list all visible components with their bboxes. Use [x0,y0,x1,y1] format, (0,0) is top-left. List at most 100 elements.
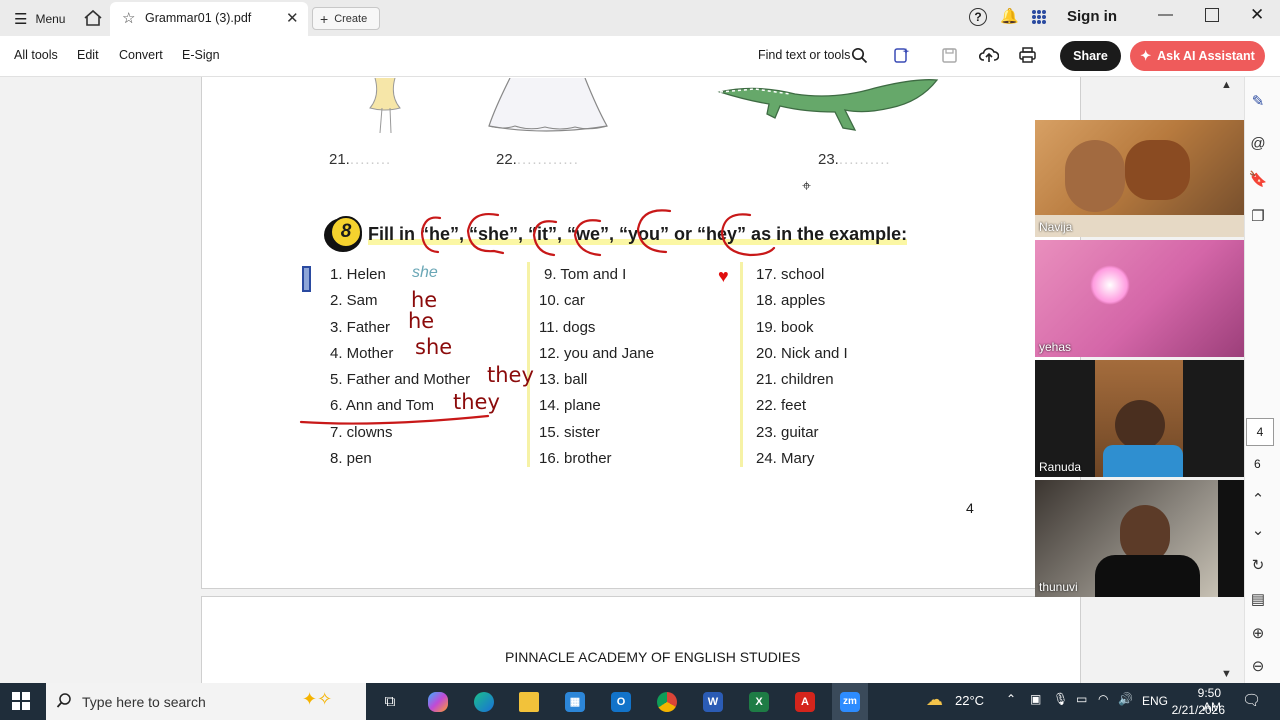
participant-name: yehas [1039,340,1072,354]
scroll-down-arrow[interactable]: ▼ [1221,668,1232,680]
home-icon[interactable] [82,7,104,29]
notification-center-icon[interactable]: 🗨 [1242,691,1261,709]
task-view-icon[interactable]: ⧉ [372,683,408,720]
scroll-up-arrow[interactable]: ▲ [1221,79,1232,91]
menu-label: Menu [35,12,66,26]
taskbar-search[interactable]: Type here to search ✦✧ [46,683,366,720]
participant-name: thunuvi [1039,580,1078,594]
share-button[interactable]: Share [1060,41,1121,71]
ai-tools-icon[interactable] [893,46,911,69]
weather-icon[interactable]: ☁ [926,690,943,710]
participant-video[interactable]: thunuvi [1035,480,1244,597]
clock-date[interactable]: 2/21/2026 [1171,703,1225,717]
pages-icon[interactable]: ❐ [1246,204,1270,228]
maximize-icon[interactable] [1205,8,1219,22]
page-footer: PINNACLE ACADEMY OF ENGLISH STUDIES [505,649,801,665]
all-tools-menu[interactable]: All tools [14,48,58,62]
ai-assistant-label: Ask AI Assistant [1157,49,1255,63]
volume-icon[interactable]: 🔊 [1118,692,1133,706]
heart-icon: ♥ [718,266,729,286]
at-sign-icon[interactable]: @ [1246,131,1270,155]
sign-in-button[interactable]: Sign in [1067,8,1117,25]
girl-illustration [369,78,401,134]
close-window-icon[interactable]: ✕ [1250,5,1264,25]
find-text-label[interactable]: Find text or tools [758,48,850,62]
meet-now-icon[interactable]: ▣ [1030,692,1041,706]
copilot-icon[interactable] [420,683,456,720]
battery-icon[interactable]: ▭ [1076,692,1087,706]
outlook-icon[interactable]: O [603,683,639,720]
minimize-icon[interactable]: — [1158,6,1173,23]
close-tab-icon[interactable]: ✕ [286,9,299,27]
refresh-icon[interactable]: ↻ [1246,553,1270,577]
edge-icon[interactable] [466,683,502,720]
page-number: 4 [966,500,974,516]
picture-number-23: 23........... [818,151,891,168]
star-icon[interactable]: ☆ [122,9,135,27]
chrome-icon[interactable] [649,683,685,720]
ask-ai-assistant-button[interactable]: ✦ Ask AI Assistant [1130,41,1265,71]
participant-figure [1065,140,1125,212]
save-icon[interactable] [941,47,958,69]
ai-assistant-icon: ✦ [1140,48,1152,63]
participant-name: Navija [1039,220,1073,234]
tray-overflow-icon[interactable]: ⌃ [1006,692,1016,706]
document-tab[interactable]: ☆ Grammar01 (3).pdf ✕ [110,2,308,36]
notification-bell-icon[interactable]: 🔔 [1000,7,1019,25]
chevron-up-icon[interactable]: ⌃ [1246,487,1270,511]
windows-start-icon[interactable] [12,692,30,715]
create-button[interactable]: + Create [312,7,380,30]
document-info-icon[interactable]: ▤ [1246,587,1270,611]
apps-grid-icon[interactable] [1031,9,1047,25]
current-page-input[interactable]: 4 [1246,418,1274,446]
picture-number-21: 21......... [329,151,392,168]
chevron-down-icon[interactable]: ⌄ [1246,518,1270,542]
bookmark-icon[interactable]: 🔖 [1246,167,1270,191]
plus-icon: + [320,10,329,27]
participant-figure [1115,400,1165,450]
participant-figure [1095,555,1200,597]
exercise-item: 8. pen [330,450,372,467]
menu-button[interactable]: ☰ Menu [14,10,65,28]
search-placeholder: Type here to search [82,694,206,710]
search-icon [56,692,73,714]
participant-video[interactable]: Ranuda [1035,360,1244,477]
comment-add-icon[interactable]: ✎ [1246,89,1270,113]
participant-video[interactable]: yehas [1035,240,1244,357]
participant-figure [1103,445,1183,477]
participant-name: Ranuda [1039,460,1082,474]
acrobat-icon[interactable]: A [787,683,823,720]
zoom-app-icon[interactable]: zm [832,683,868,720]
zoom-in-icon[interactable]: ⊕ [1246,621,1270,645]
upload-cloud-icon[interactable] [978,46,1000,69]
ink-annotations [299,209,776,425]
girl-dress-illustration [488,78,608,132]
participant-video[interactable]: Navija [1035,120,1244,237]
participant-figure [1125,140,1190,200]
convert-menu[interactable]: Convert [119,48,163,62]
help-icon[interactable]: ? [969,8,987,26]
file-explorer-icon[interactable] [511,683,547,720]
esign-menu[interactable]: E-Sign [182,48,220,62]
tab-title: Grammar01 (3).pdf [145,11,252,25]
exercise-item: 24. Mary [756,450,815,467]
microphone-icon[interactable]: 🎙 [1053,692,1068,706]
word-icon[interactable]: W [695,683,731,720]
text-cursor-marker [302,266,311,292]
total-pages: 6 [1254,457,1261,471]
language-indicator[interactable]: ENG [1142,694,1168,708]
crocodile-illustration [717,79,939,131]
store-icon[interactable]: ▦ [557,683,593,720]
print-icon[interactable] [1018,46,1037,69]
picture-number-22: 22............. [496,151,579,168]
copilot-sparkle-icon: ✦✧ [302,689,333,709]
weather-temp[interactable]: 22°C [955,693,984,708]
zoom-out-icon[interactable]: ⊖ [1246,654,1270,678]
create-label: Create [334,12,368,25]
edit-menu[interactable]: Edit [77,48,99,62]
search-icon[interactable] [851,47,868,69]
wifi-icon[interactable]: ◠ [1098,692,1108,706]
hamburger-icon: ☰ [14,11,28,28]
excel-icon[interactable]: X [741,683,777,720]
cursor-icon: ⌖ [802,178,812,195]
